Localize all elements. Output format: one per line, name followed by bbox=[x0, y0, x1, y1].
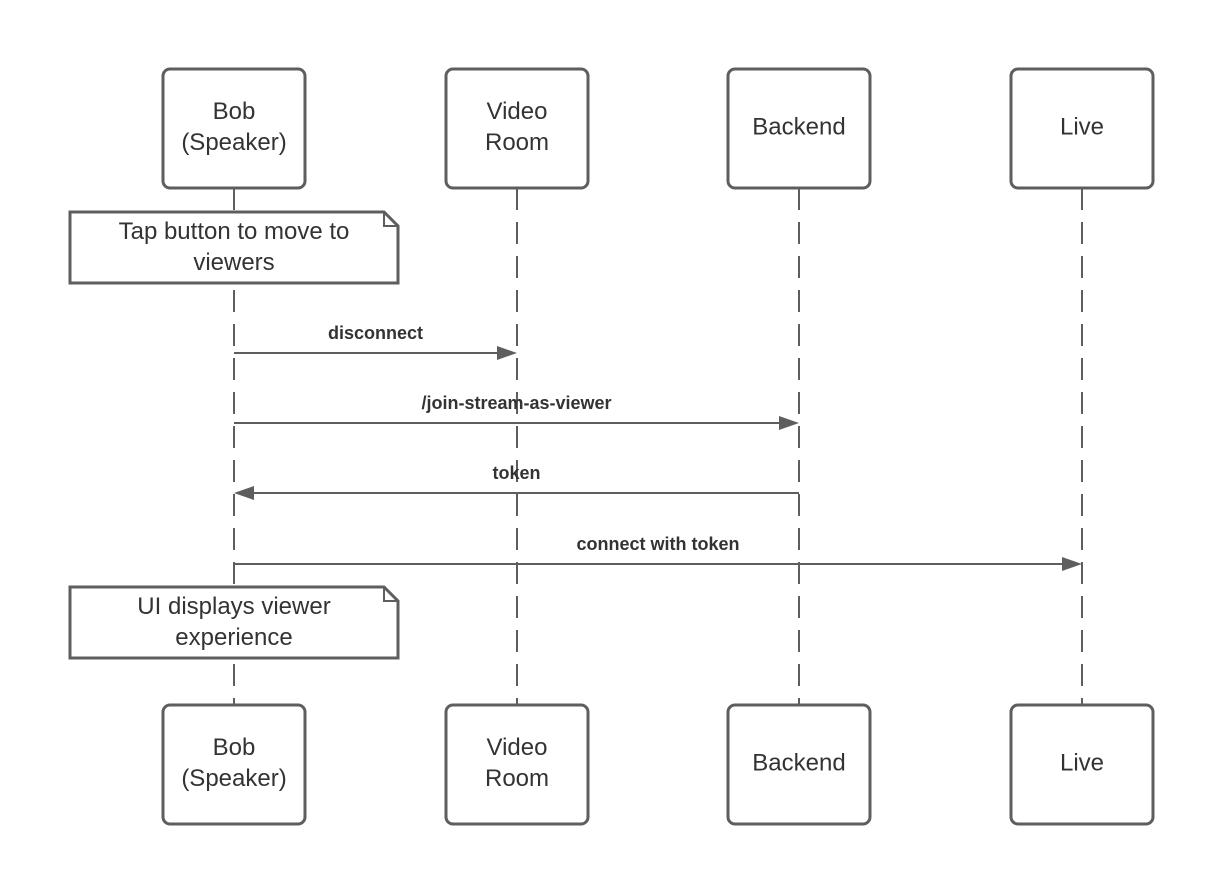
sequence-diagram: disconnect/join-stream-as-viewer token con… bbox=[68, 67, 1155, 826]
actor-bob-bottom[interactable]: Bob (Speaker) bbox=[161, 703, 307, 826]
actor-label: Bob bbox=[213, 98, 256, 125]
actor-live-bottom[interactable]: Live bbox=[1009, 703, 1155, 826]
note-text: viewers bbox=[193, 249, 274, 276]
arrowhead-icon bbox=[497, 346, 517, 360]
note-1[interactable]: Tap button to move to viewers bbox=[68, 210, 400, 285]
actor-backend-top[interactable]: Backend bbox=[726, 67, 872, 190]
actor-video-top[interactable]: Video Room bbox=[444, 67, 590, 190]
message-2[interactable]: /join-stream-as-viewer bbox=[234, 393, 799, 430]
note-2[interactable]: UI displays viewer experience bbox=[68, 585, 400, 660]
note-text: Tap button to move to bbox=[119, 218, 350, 245]
actor-label: Room bbox=[485, 765, 549, 792]
actor-label: Live bbox=[1060, 114, 1104, 141]
actor-label: (Speaker) bbox=[181, 765, 286, 792]
message-1[interactable]: disconnect bbox=[234, 323, 517, 360]
actor-label: Backend bbox=[752, 750, 845, 777]
actor-label: Backend bbox=[752, 114, 845, 141]
message-label: disconnect bbox=[328, 323, 423, 343]
arrowhead-icon bbox=[234, 486, 254, 500]
actor-live-top[interactable]: Live bbox=[1009, 67, 1155, 190]
actor-backend-bottom[interactable]: Backend bbox=[726, 703, 872, 826]
arrowhead-icon bbox=[779, 416, 799, 430]
actor-label: Bob bbox=[213, 734, 256, 761]
message-label: /join-stream-as-viewer bbox=[421, 393, 611, 413]
message-label: token bbox=[492, 463, 540, 483]
actor-label: Live bbox=[1060, 750, 1104, 777]
messages: disconnect/join-stream-as-viewer token con… bbox=[234, 323, 1082, 571]
actors-top: Bob (Speaker) Video Room Backend Live bbox=[161, 67, 1155, 190]
message-4[interactable]: connect with token bbox=[234, 534, 1082, 571]
actor-label: Video bbox=[487, 734, 548, 761]
note-text: UI displays viewer bbox=[137, 593, 330, 620]
actor-label: Room bbox=[485, 129, 549, 156]
arrowhead-icon bbox=[1062, 557, 1082, 571]
actors-bottom: Bob (Speaker) Video Room Backend Live bbox=[161, 703, 1155, 826]
actor-label: Video bbox=[487, 98, 548, 125]
note-text: experience bbox=[175, 624, 292, 651]
actor-bob-top[interactable]: Bob (Speaker) bbox=[161, 67, 307, 190]
actor-label: (Speaker) bbox=[181, 129, 286, 156]
actor-video-bottom[interactable]: Video Room bbox=[444, 703, 590, 826]
message-label: connect with token bbox=[576, 534, 739, 554]
